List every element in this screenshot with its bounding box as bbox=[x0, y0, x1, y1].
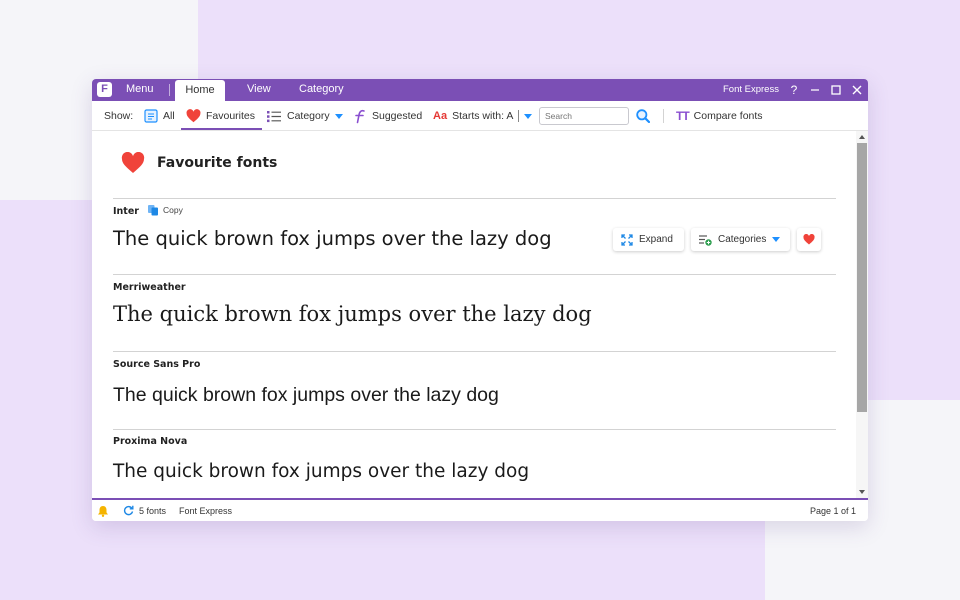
font-name-proxima-nova: Proxima Nova bbox=[113, 436, 188, 447]
letter-aa-icon: Aa bbox=[433, 110, 448, 122]
ribbon-separator bbox=[663, 109, 664, 123]
font-name-merriweather: Merriweather bbox=[113, 282, 186, 293]
tab-category[interactable]: Category bbox=[299, 79, 344, 101]
filter-all-label: All bbox=[163, 110, 175, 122]
filter-category-label: Category bbox=[287, 110, 330, 122]
copy-button[interactable]: Copy bbox=[147, 204, 183, 216]
tab-home[interactable]: Home bbox=[175, 80, 225, 101]
scrollbar-thumb[interactable] bbox=[857, 143, 867, 412]
filter-category-dropdown[interactable]: Category bbox=[267, 101, 343, 131]
list-document-icon bbox=[144, 109, 158, 123]
maximize-button[interactable] bbox=[827, 79, 845, 101]
tab-menu[interactable]: Menu bbox=[126, 79, 154, 101]
chevron-down-icon bbox=[772, 237, 781, 242]
filter-favourites-button[interactable]: Favourites bbox=[186, 101, 255, 131]
heart-icon bbox=[121, 152, 145, 173]
title-separator bbox=[169, 84, 170, 96]
minimize-icon bbox=[811, 89, 819, 91]
chevron-down-icon bbox=[334, 113, 343, 119]
font-name-inter: Inter bbox=[113, 206, 139, 217]
close-button[interactable] bbox=[848, 79, 866, 101]
app-window: F Menu Home View Category Font Express ?… bbox=[92, 79, 868, 521]
status-bar: 5 fonts Font Express Page 1 of 1 bbox=[92, 498, 868, 521]
refresh-icon[interactable] bbox=[123, 505, 134, 516]
expand-label: Expand bbox=[639, 234, 673, 245]
filter-suggested-button[interactable]: Suggested bbox=[353, 101, 422, 131]
page-indicator: Page 1 of 1 bbox=[810, 505, 857, 516]
font-count-status: 5 fonts bbox=[123, 500, 166, 521]
compare-fonts-label: Compare fonts bbox=[693, 110, 763, 122]
search-icon bbox=[636, 109, 650, 123]
categories-dropdown[interactable]: Categories bbox=[691, 228, 790, 251]
favourites-header: Favourite fonts bbox=[121, 152, 277, 174]
font-sample-source-sans-pro: The quick brown fox jumps over the lazy … bbox=[113, 384, 499, 406]
font-list-panel: Favourite fonts Inter Copy The quick bro… bbox=[92, 131, 856, 498]
font-name-source-sans-pro: Source Sans Pro bbox=[113, 359, 201, 370]
filter-starts-with-label: Starts with: A bbox=[452, 110, 514, 122]
app-title: Font Express bbox=[723, 84, 779, 95]
vertical-scrollbar[interactable] bbox=[856, 131, 868, 498]
category-add-icon bbox=[699, 234, 712, 246]
chevron-down-icon bbox=[524, 113, 533, 119]
title-bar: F Menu Home View Category Font Express ? bbox=[92, 79, 868, 101]
copy-label: Copy bbox=[163, 205, 183, 215]
text-size-icon: TT bbox=[676, 109, 690, 123]
maximize-icon bbox=[831, 85, 841, 95]
minimize-button[interactable] bbox=[806, 79, 824, 101]
status-app-name: Font Express bbox=[179, 505, 233, 516]
page-title: Favourite fonts bbox=[157, 155, 278, 171]
font-sample-merriweather: The quick brown fox jumps over the lazy … bbox=[113, 302, 592, 326]
categories-label: Categories bbox=[718, 234, 767, 245]
close-icon bbox=[852, 85, 862, 95]
scroll-down-arrow-icon[interactable] bbox=[859, 490, 865, 494]
show-label: Show: bbox=[104, 110, 134, 122]
search-input[interactable] bbox=[539, 107, 629, 125]
filter-suggested-label: Suggested bbox=[372, 110, 423, 122]
active-filter-underline bbox=[181, 128, 262, 130]
heart-icon bbox=[803, 234, 815, 245]
filter-all-button[interactable]: All bbox=[144, 101, 175, 131]
tab-view[interactable]: View bbox=[247, 79, 271, 101]
font-count-label: 5 fonts bbox=[139, 505, 167, 516]
section-divider bbox=[113, 198, 836, 199]
scroll-up-arrow-icon[interactable] bbox=[859, 135, 865, 139]
section-divider bbox=[113, 274, 836, 275]
copy-icon bbox=[148, 205, 158, 216]
category-list-icon bbox=[267, 110, 281, 122]
expand-arrows-icon bbox=[621, 233, 633, 246]
compare-fonts-button[interactable]: TT Compare fonts bbox=[676, 101, 763, 131]
favourite-toggle-button[interactable] bbox=[797, 228, 821, 251]
ribbon-toolbar: Show: All Favourites Category Suggested … bbox=[92, 101, 868, 131]
font-sample-proxima-nova: The quick brown fox jumps over the lazy … bbox=[113, 461, 530, 482]
bell-icon bbox=[98, 505, 108, 517]
script-f-icon bbox=[355, 109, 365, 123]
app-logo-icon: F bbox=[97, 82, 112, 97]
dropdown-divider bbox=[518, 110, 520, 122]
heart-icon bbox=[186, 109, 201, 123]
help-button[interactable]: ? bbox=[785, 79, 803, 101]
search-button[interactable] bbox=[636, 101, 650, 131]
font-sample-inter: The quick brown fox jumps over the lazy … bbox=[113, 227, 552, 250]
section-divider bbox=[113, 429, 836, 430]
filter-favourites-label: Favourites bbox=[206, 110, 256, 122]
expand-button[interactable]: Expand bbox=[613, 228, 684, 251]
filter-starts-with-dropdown[interactable]: Aa Starts with: A bbox=[433, 101, 533, 131]
notifications-button[interactable] bbox=[97, 500, 109, 521]
section-divider bbox=[113, 351, 836, 352]
